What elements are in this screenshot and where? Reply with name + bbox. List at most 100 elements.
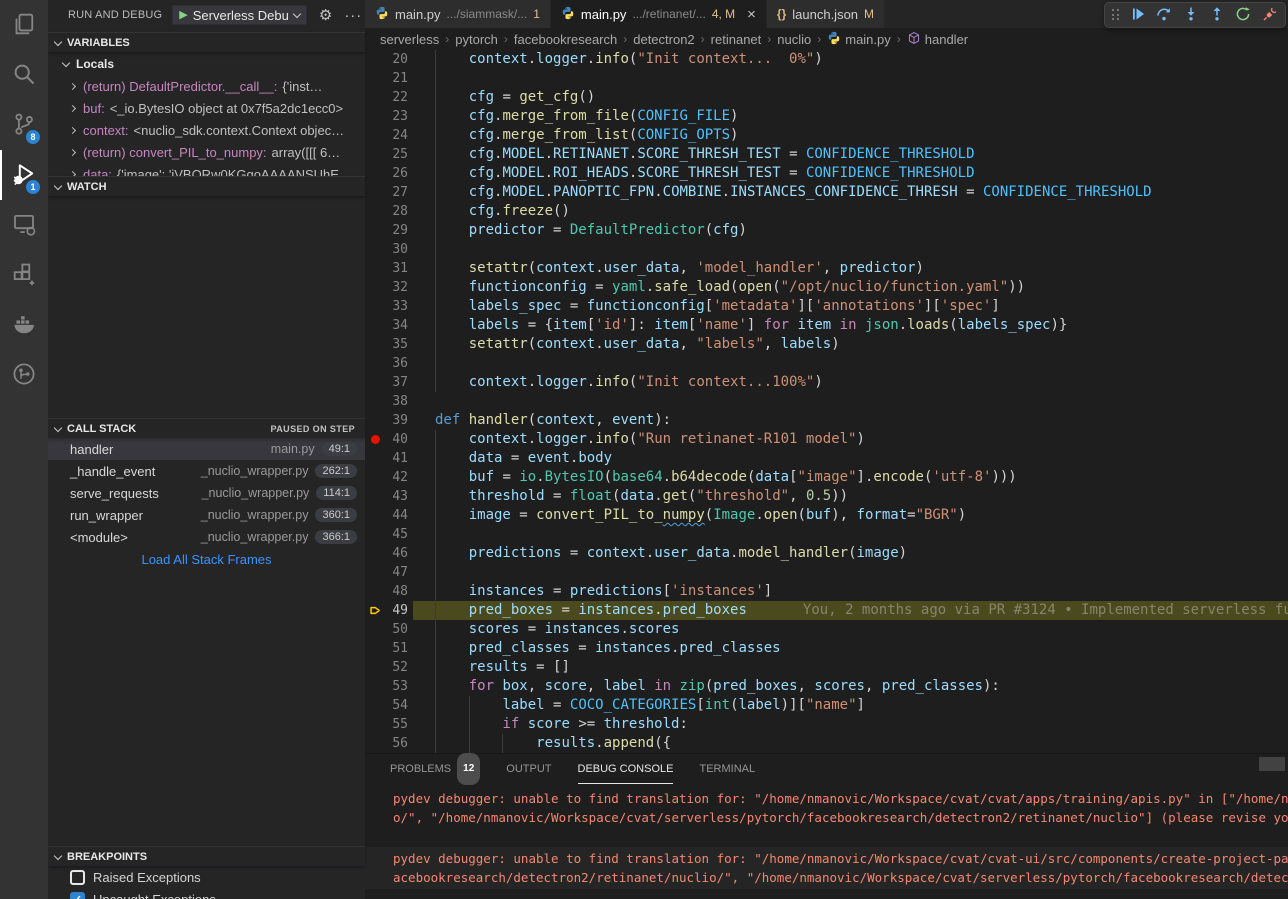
breadcrumb-item[interactable]: nuclio [777,32,811,47]
code-editor[interactable]: 20 context.logger.info("Init context... … [365,50,1288,753]
gutter-margin[interactable] [365,278,385,297]
gutter-margin[interactable] [365,69,385,88]
call-stack-section-header[interactable]: CALL STACK PAUSED ON STEP [48,418,365,438]
gutter-margin[interactable] [365,240,385,259]
code-line-39[interactable]: 39def handler(context, event): [365,411,1288,430]
activity-bar-item-docker[interactable] [0,300,48,350]
gutter-margin[interactable] [365,373,385,392]
gutter-margin[interactable] [365,525,385,544]
code-line-20[interactable]: 20 context.logger.info("Init context... … [365,50,1288,69]
gear-icon[interactable]: ⚙ [319,6,332,24]
variable-row[interactable]: data:{'image': 'iVBORw0KGgoAAAANSUhE… [48,163,365,176]
code-line-50[interactable]: 50 scores = instances.scores [365,620,1288,639]
editor-tab-main-py[interactable]: main.py.../retinanet/...4, M× [551,0,767,28]
code-line-24[interactable]: 24 cfg.merge_from_list(CONFIG_OPTS) [365,126,1288,145]
breadcrumb-item[interactable]: main.py [827,31,891,48]
code-line-36[interactable]: 36 [365,354,1288,373]
tab-close-icon[interactable]: × [747,7,756,22]
breakpoint-row[interactable]: Raised Exceptions [48,866,365,888]
gutter-margin[interactable] [365,715,385,734]
breadcrumb-item[interactable]: serverless [380,32,439,47]
gutter-margin[interactable] [365,696,385,715]
code-line-45[interactable]: 45 [365,525,1288,544]
breakpoint-icon[interactable] [365,430,385,449]
step-out-button[interactable] [1206,3,1228,27]
gutter-margin[interactable] [365,88,385,107]
gutter-margin[interactable] [365,734,385,753]
breadcrumb-item[interactable]: handler [907,31,968,48]
load-all-stack-frames-link[interactable]: Load All Stack Frames [48,548,365,570]
restart-button[interactable] [1232,3,1254,27]
gutter-margin[interactable] [365,582,385,601]
gutter-margin[interactable] [365,487,385,506]
stack-frame-row[interactable]: <module>_nuclio_wrapper.py366:1 [48,526,365,548]
code-line-40[interactable]: 40 context.logger.info("Run retinanet-R1… [365,430,1288,449]
code-line-47[interactable]: 47 [365,563,1288,582]
continue-button[interactable] [1127,3,1149,27]
code-line-31[interactable]: 31 setattr(context.user_data, 'model_han… [365,259,1288,278]
panel-tab-problems[interactable]: PROBLEMS12 [390,754,480,784]
checkbox-unchecked-icon[interactable] [70,870,85,885]
code-line-22[interactable]: 22 cfg = get_cfg() [365,88,1288,107]
gutter-margin[interactable] [365,677,385,696]
breakpoints-section-header[interactable]: BREAKPOINTS [48,846,365,866]
panel-tab-output[interactable]: OUTPUT [506,754,551,784]
current-step-icon[interactable] [365,601,385,620]
gutter-margin[interactable] [365,202,385,221]
code-line-56[interactable]: 56 results.append({ [365,734,1288,753]
code-line-35[interactable]: 35 setattr(context.user_data, "labels", … [365,335,1288,354]
code-line-33[interactable]: 33 labels_spec = functionconfig['metadat… [365,297,1288,316]
code-line-49[interactable]: 49 pred_boxes = instances.pred_boxesYou,… [365,601,1288,620]
breadcrumb-item[interactable]: facebookresearch [514,32,617,47]
code-line-53[interactable]: 53 for box, score, label in zip(pred_box… [365,677,1288,696]
variables-section-header[interactable]: VARIABLES [48,32,365,52]
gutter-margin[interactable] [365,335,385,354]
activity-bar-item-remote-explorer[interactable] [0,200,48,250]
variable-row[interactable]: buf:<_io.BytesIO object at 0x7f5a2dc1ecc… [48,97,365,119]
code-line-26[interactable]: 26 cfg.MODEL.ROI_HEADS.SCORE_THRESH_TEST… [365,164,1288,183]
activity-bar-item-extensions[interactable] [0,250,48,300]
breadcrumb-item[interactable]: retinanet [711,32,762,47]
variable-row[interactable]: (return) convert_PIL_to_numpy:array([[[ … [48,141,365,163]
panel-scrollbar[interactable] [1259,757,1285,771]
code-line-46[interactable]: 46 predictions = context.user_data.model… [365,544,1288,563]
code-line-30[interactable]: 30 [365,240,1288,259]
activity-bar-item-explorer[interactable] [0,0,48,50]
stack-frame-row[interactable]: _handle_event_nuclio_wrapper.py262:1 [48,460,365,482]
code-line-43[interactable]: 43 threshold = float(data.get("threshold… [365,487,1288,506]
locals-group[interactable]: Locals [48,54,365,74]
code-line-48[interactable]: 48 instances = predictions['instances'] [365,582,1288,601]
variable-row[interactable]: context:<nuclio_sdk.context.Context obje… [48,119,365,141]
activity-bar-item-resource-monitor[interactable] [0,350,48,400]
code-line-51[interactable]: 51 pred_classes = instances.pred_classes [365,639,1288,658]
activity-bar-item-search[interactable] [0,50,48,100]
code-line-44[interactable]: 44 image = convert_PIL_to_numpy(Image.op… [365,506,1288,525]
watch-section-header[interactable]: WATCH [48,176,365,196]
code-line-41[interactable]: 41 data = event.body [365,449,1288,468]
gutter-margin[interactable] [365,126,385,145]
gutter-margin[interactable] [365,639,385,658]
gutter-margin[interactable] [365,658,385,677]
editor-tab-launch-json[interactable]: {}launch.jsonM [767,0,885,28]
gutter-margin[interactable] [365,221,385,240]
code-line-27[interactable]: 27 cfg.MODEL.PANOPTIC_FPN.COMBINE.INSTAN… [365,183,1288,202]
code-line-29[interactable]: 29 predictor = DefaultPredictor(cfg) [365,221,1288,240]
breadcrumb[interactable]: serverless›pytorch›facebookresearch›dete… [365,28,1288,50]
code-line-23[interactable]: 23 cfg.merge_from_file(CONFIG_FILE) [365,107,1288,126]
stack-frame-row[interactable]: serve_requests_nuclio_wrapper.py114:1 [48,482,365,504]
code-line-55[interactable]: 55 if score >= threshold: [365,715,1288,734]
code-line-28[interactable]: 28 cfg.freeze() [365,202,1288,221]
gutter-margin[interactable] [365,506,385,525]
code-line-42[interactable]: 42 buf = io.BytesIO(base64.b64decode(dat… [365,468,1288,487]
gutter-margin[interactable] [365,297,385,316]
console-message-block[interactable]: pydev debugger: unable to find translati… [365,847,1288,889]
debug-console-output[interactable]: pydev debugger: unable to find translati… [365,784,1288,889]
stack-frame-row[interactable]: run_wrapper_nuclio_wrapper.py360:1 [48,504,365,526]
code-line-32[interactable]: 32 functionconfig = yaml.safe_load(open(… [365,278,1288,297]
gutter-margin[interactable] [365,107,385,126]
breadcrumb-item[interactable]: detectron2 [633,32,694,47]
code-line-37[interactable]: 37 context.logger.info("Init context...1… [365,373,1288,392]
checkbox-checked-icon[interactable]: ✓ [70,892,85,899]
code-line-54[interactable]: 54 label = COCO_CATEGORIES[int(label)]["… [365,696,1288,715]
gutter-margin[interactable] [365,316,385,335]
